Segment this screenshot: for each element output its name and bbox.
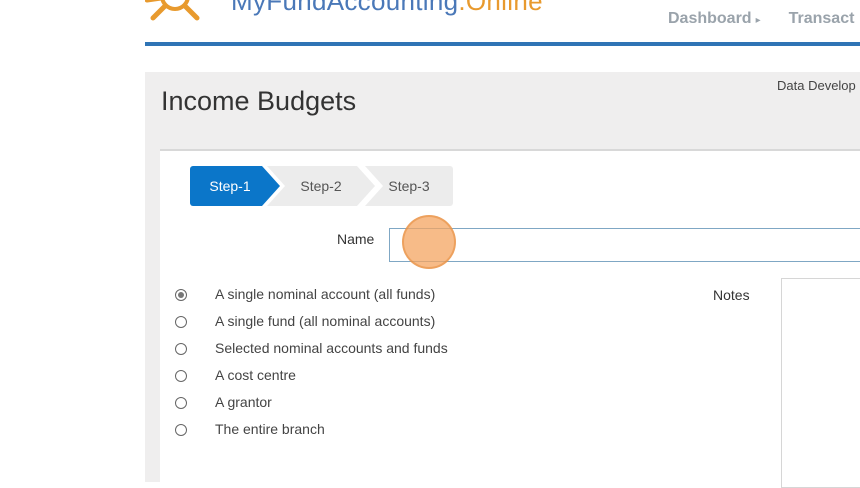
data-developer-link[interactable]: Data Develop	[777, 78, 856, 93]
radio-button[interactable]	[175, 397, 187, 409]
notes-label: Notes	[713, 287, 750, 303]
step-2-label: Step-2	[300, 178, 342, 194]
nav-item-dashboard[interactable]: Dashboard	[668, 10, 752, 28]
option-label: A cost centre	[215, 367, 296, 383]
header-divider	[145, 42, 860, 46]
option-label: The entire branch	[215, 421, 325, 437]
radio-button[interactable]	[175, 370, 187, 382]
logo-icon[interactable]	[145, 0, 205, 26]
logo-wordmark[interactable]: MyFundAccounting.Online	[231, 0, 543, 17]
page-title: Income Budgets	[161, 86, 357, 116]
radio-button[interactable]	[175, 343, 187, 355]
main-nav: Dashboard ▸ Transact	[668, 10, 854, 28]
app-header: MyFundAccounting.Online Dashboard ▸ Transa…	[145, 0, 860, 44]
radio-button[interactable]	[175, 316, 187, 328]
radio-button[interactable]	[175, 289, 187, 301]
nav-item-transactions[interactable]: Transact	[789, 10, 855, 28]
option-label: Selected nominal accounts and funds	[215, 340, 448, 356]
triangle-right-icon: ▸	[755, 15, 761, 26]
notes-textarea[interactable]	[781, 278, 860, 488]
logo-part-my: My	[231, 0, 267, 16]
click-indicator	[402, 215, 456, 269]
logo-part-fundaccounting: FundAccounting	[266, 0, 459, 16]
logo-part-online: .Online	[458, 0, 543, 16]
option-label: A single nominal account (all funds)	[215, 286, 436, 302]
name-input[interactable]	[389, 228, 860, 262]
radio-button[interactable]	[175, 424, 187, 436]
option-label: A grantor	[215, 394, 272, 410]
step-1-label: Step-1	[209, 178, 251, 194]
name-label: Name	[337, 231, 375, 247]
step-3-label: Step-3	[388, 178, 430, 194]
option-label: A single fund (all nominal accounts)	[215, 313, 436, 329]
step-1-tab[interactable]: Step-1	[190, 166, 280, 206]
